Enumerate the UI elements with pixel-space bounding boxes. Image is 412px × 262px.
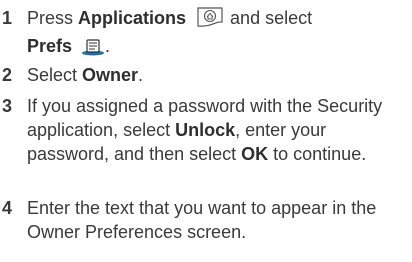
step-text-fragment: .	[138, 65, 144, 85]
step-text: If you assigned a password with the Secu…	[27, 94, 409, 166]
step-text-fragment: Press	[27, 8, 79, 28]
applications-label: Applications	[78, 8, 187, 28]
step-number: 2	[2, 65, 13, 85]
applications-icon	[195, 6, 225, 34]
step-text-fragment: Enter the text that you want to appear i…	[27, 198, 377, 242]
step-number: 1	[2, 8, 13, 28]
step-text-fragment: and select	[225, 8, 313, 28]
step-text-fragment: .	[105, 36, 111, 56]
prefs-icon	[81, 38, 105, 62]
step-text-fragment: Select	[27, 65, 83, 85]
step-number: 3	[2, 96, 13, 116]
unlock-label: Unlock	[175, 120, 236, 140]
step-text: Enter the text that you want to appear i…	[27, 196, 409, 244]
step-text-fragment: to continue.	[268, 144, 367, 164]
ok-label: OK	[241, 144, 269, 164]
step-text: Press Applications and select Prefs .	[27, 6, 409, 62]
step-text: Select Owner.	[27, 63, 409, 87]
instruction-list: 1 Press Applications and select Prefs . …	[0, 0, 412, 262]
owner-label: Owner	[82, 65, 139, 85]
prefs-label: Prefs	[27, 36, 73, 56]
step-number: 4	[2, 198, 13, 218]
